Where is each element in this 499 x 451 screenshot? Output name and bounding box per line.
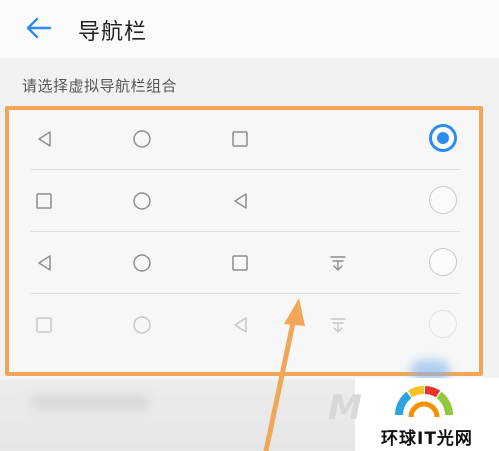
radio-unselected[interactable] <box>429 310 457 338</box>
notification-pulldown-icon <box>323 248 353 278</box>
home-circle-icon <box>127 310 157 340</box>
back-arrow-icon[interactable] <box>24 13 54 43</box>
home-circle-icon <box>127 248 157 278</box>
back-triangle-icon <box>225 310 255 340</box>
blurred-shape <box>30 393 150 411</box>
back-triangle-icon <box>225 186 255 216</box>
radio-selected[interactable] <box>429 124 457 152</box>
notification-pulldown-icon <box>323 310 353 340</box>
nav-option-row[interactable] <box>7 294 484 356</box>
section-label: 请选择虚拟导航栏组合 <box>22 77 178 95</box>
home-circle-icon <box>127 186 157 216</box>
watermark-ghost-mark: M <box>328 388 362 428</box>
app-header: 导航栏 <box>0 0 499 58</box>
page-title: 导航栏 <box>78 20 148 45</box>
nav-option-row[interactable] <box>7 170 484 232</box>
nav-option-row[interactable] <box>7 232 484 294</box>
recent-square-icon <box>225 248 255 278</box>
radio-unselected[interactable] <box>429 186 457 214</box>
back-triangle-icon <box>29 248 59 278</box>
watermark-text: 环球IT光网 <box>381 429 473 449</box>
back-triangle-icon <box>29 124 59 154</box>
recent-square-icon <box>29 310 59 340</box>
nav-option-row[interactable] <box>7 108 484 170</box>
radio-unselected[interactable] <box>429 248 457 276</box>
home-circle-icon <box>127 124 157 154</box>
recent-square-icon <box>225 124 255 154</box>
recent-square-icon <box>29 186 59 216</box>
watermark-logo-icon <box>395 386 453 418</box>
